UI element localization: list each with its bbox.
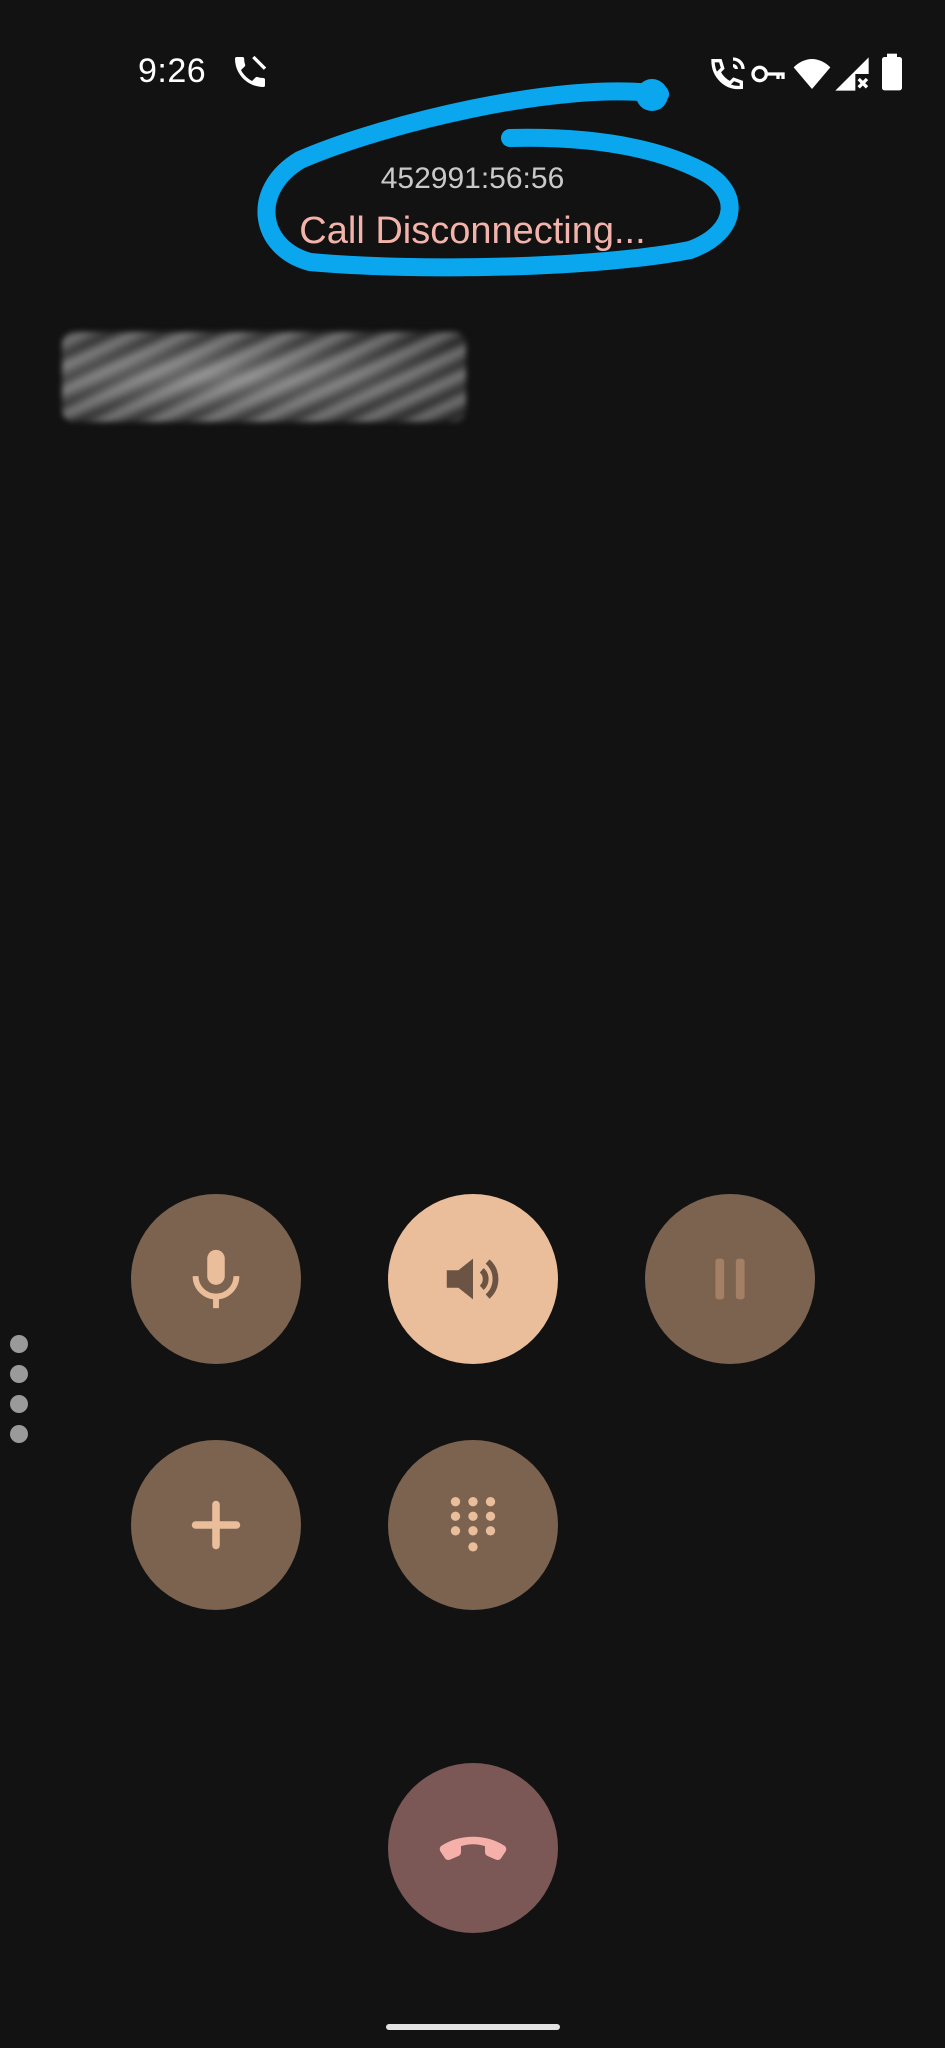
add-call-button[interactable] — [131, 1440, 301, 1610]
hang-up-icon — [439, 1836, 507, 1860]
wifi-icon — [793, 59, 831, 89]
end-call-button[interactable] — [388, 1763, 558, 1933]
dialpad-icon — [450, 1497, 496, 1552]
more-options-icon[interactable] — [10, 1335, 30, 1455]
mic-icon — [192, 1249, 240, 1309]
keypad-button[interactable] — [388, 1440, 558, 1610]
phone-call-icon — [235, 55, 267, 87]
caller-name-redacted — [62, 332, 466, 422]
add-icon — [191, 1500, 241, 1550]
hold-button[interactable] — [645, 1194, 815, 1364]
vpn-key-icon — [751, 65, 785, 83]
signal-no-service-icon — [835, 57, 869, 91]
dot — [10, 1335, 28, 1353]
speaker-icon — [446, 1258, 499, 1300]
speaker-button[interactable] — [388, 1194, 558, 1364]
pause-icon — [715, 1258, 745, 1300]
dot — [10, 1395, 28, 1413]
wifi-calling-icon — [711, 57, 745, 90]
gesture-nav-bar[interactable] — [386, 2024, 560, 2030]
status-time: 9:26 — [138, 52, 207, 90]
dot — [10, 1365, 28, 1383]
mute-button[interactable] — [131, 1194, 301, 1364]
call-status: Call Disconnecting... — [299, 210, 646, 252]
dot — [10, 1425, 28, 1443]
call-timer: 452991:56:56 — [380, 162, 565, 195]
status-bar: 9:26 — [0, 0, 945, 150]
battery-icon — [882, 53, 902, 91]
